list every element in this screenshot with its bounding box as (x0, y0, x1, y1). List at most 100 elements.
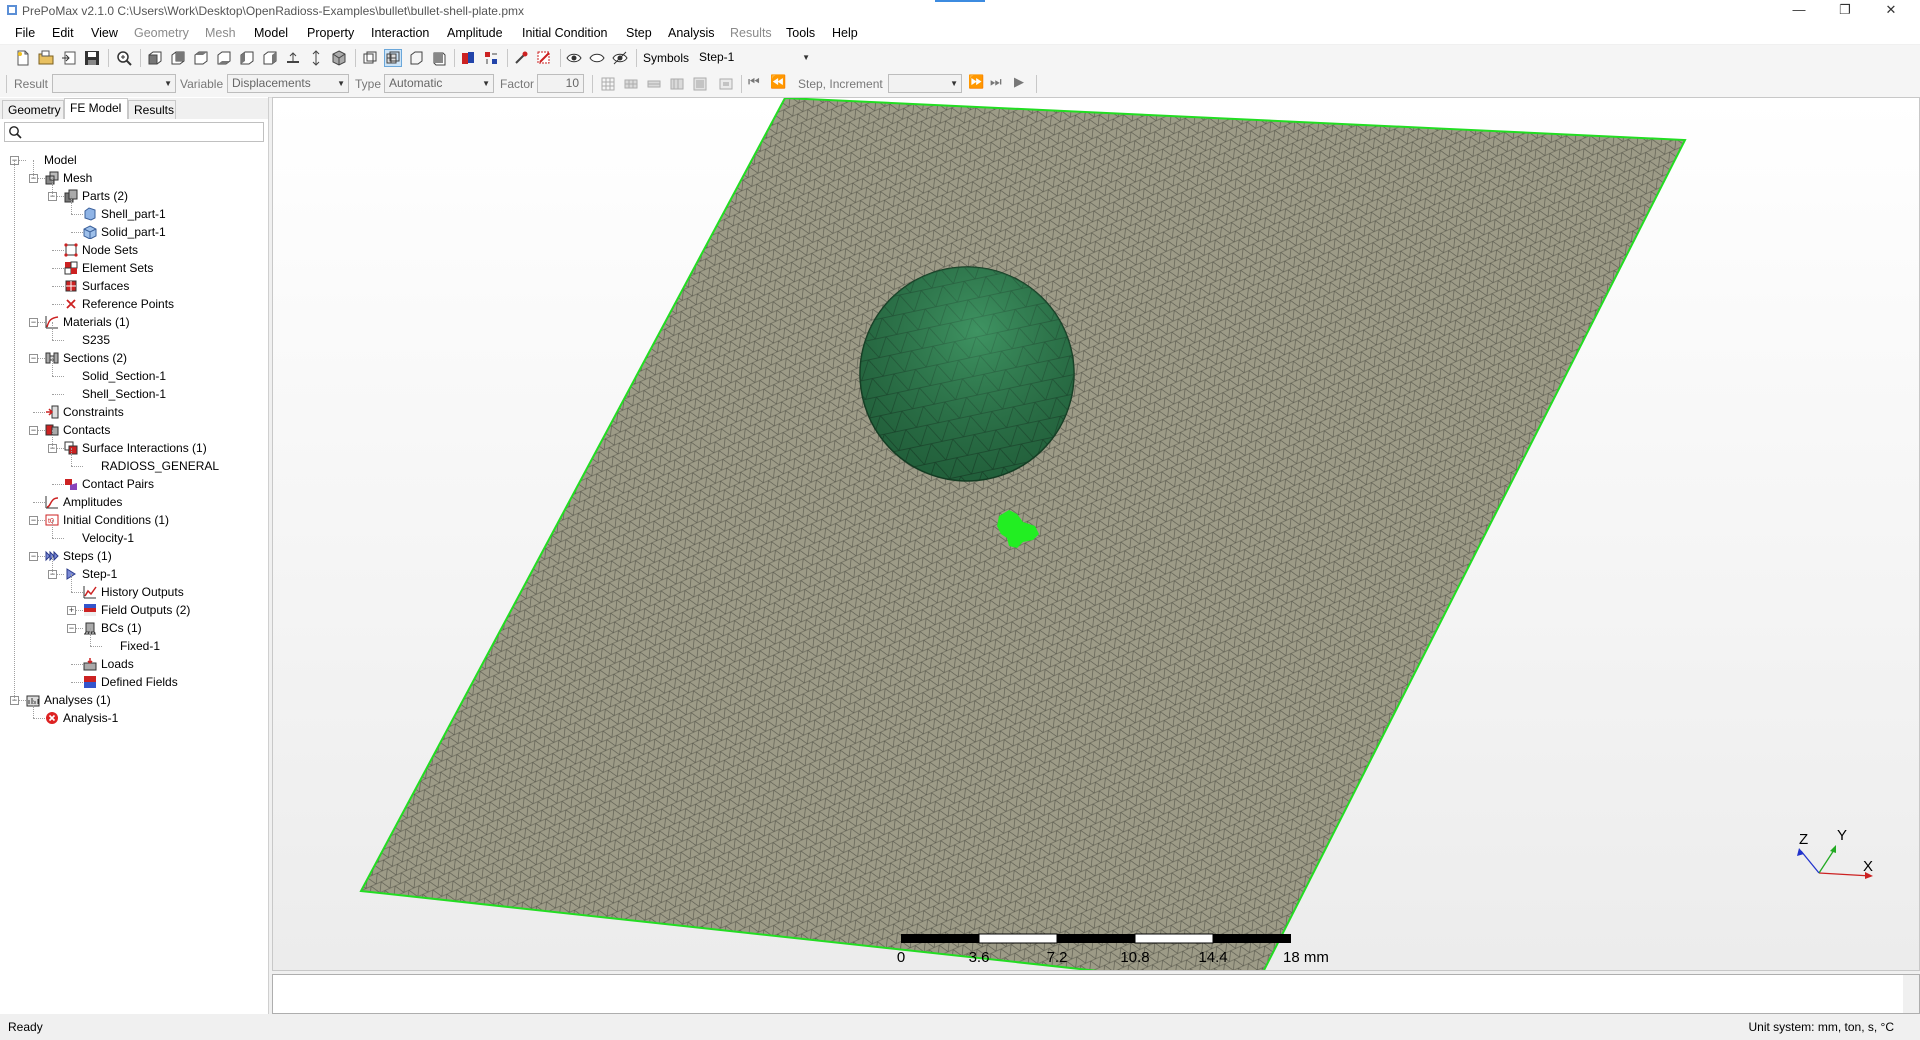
tree-node[interactable]: Contact Pairs (0, 475, 268, 493)
restore-button[interactable]: ❐ (1822, 0, 1868, 22)
menu-property[interactable]: Property (307, 26, 354, 40)
tree-node[interactable]: − Contacts (0, 421, 268, 439)
collapse-icon[interactable]: − (29, 354, 38, 363)
show-icon[interactable] (566, 50, 582, 66)
open-file-icon[interactable] (38, 50, 54, 66)
zoom-to-fit-icon[interactable] (116, 50, 132, 66)
tree-node[interactable]: − Analyses (1) (0, 691, 268, 709)
model-render[interactable]: 0 3.6 7.2 10.8 14.4 18 mm X Y Z (273, 98, 1919, 970)
expand-icon[interactable]: + (67, 606, 76, 615)
view-normal-icon[interactable] (285, 50, 301, 66)
tree-search-input[interactable] (4, 122, 264, 142)
tree-node[interactable]: − Steps (1) (0, 547, 268, 565)
variable-dropdown[interactable]: Displacements ▼ (227, 74, 349, 93)
last-increment-icon[interactable]: ⏭ (990, 74, 1002, 90)
tree-node[interactable]: Element Sets (0, 259, 268, 277)
clear-selection-icon[interactable] (536, 50, 552, 66)
view-front-icon[interactable] (147, 50, 163, 66)
menu-model[interactable]: Model (254, 26, 288, 40)
tree-node[interactable]: RADIOSS_GENERAL (0, 457, 268, 475)
animate-scale-icon[interactable] (669, 76, 685, 92)
symbols-dropdown[interactable]: Step-1 ▼ (694, 48, 814, 67)
tree-node[interactable]: − Mesh (0, 169, 268, 187)
next-increment-icon[interactable]: ⏩ (968, 74, 984, 90)
tree-node[interactable]: Amplitudes (0, 493, 268, 511)
new-file-icon[interactable] (15, 50, 31, 66)
first-increment-icon[interactable]: ⏮ (748, 74, 760, 90)
view-back-icon[interactable] (170, 50, 186, 66)
vertical-arrows-icon[interactable] (308, 50, 324, 66)
collapse-icon[interactable]: − (29, 318, 38, 327)
tree-node[interactable]: Surfaces (0, 277, 268, 295)
menu-view[interactable]: View (91, 26, 118, 40)
isometric-view-icon[interactable] (331, 50, 347, 66)
tree-node[interactable]: Solid_Section-1 (0, 367, 268, 385)
wireframe-view-icon[interactable] (408, 50, 424, 66)
show-only-icon[interactable] (612, 50, 628, 66)
tree-node[interactable]: Reference Points (0, 295, 268, 313)
result-dropdown[interactable]: ▼ (52, 74, 176, 93)
menu-amplitude[interactable]: Amplitude (447, 26, 503, 40)
graphics-viewport[interactable]: 0 3.6 7.2 10.8 14.4 18 mm X Y Z (272, 97, 1920, 971)
import-icon[interactable] (61, 50, 77, 66)
tree-node[interactable]: Analysis-1 (0, 709, 268, 727)
pick-icon[interactable] (513, 50, 529, 66)
menu-mesh[interactable]: Mesh (205, 26, 236, 40)
undeformed-icon[interactable] (600, 76, 616, 92)
menu-analysis[interactable]: Analysis (668, 26, 715, 40)
type-dropdown[interactable]: Automatic ▼ (384, 74, 494, 93)
tree-node[interactable]: − Model (0, 151, 268, 169)
tree-node[interactable]: Solid_part-1 (0, 223, 268, 241)
tree-node[interactable]: Constraints (0, 403, 268, 421)
menu-help[interactable]: Help (832, 26, 858, 40)
shaded-with-edges-icon[interactable] (384, 49, 402, 67)
factor-input[interactable]: 10 (537, 74, 584, 93)
tree-node[interactable]: S235 (0, 331, 268, 349)
section-view-icon[interactable] (431, 50, 447, 66)
play-icon[interactable]: ▶ (1014, 74, 1024, 90)
animation-icon[interactable] (718, 76, 734, 92)
step-increment-dropdown[interactable]: ▼ (888, 74, 962, 93)
previous-increment-icon[interactable]: ⏪ (770, 74, 786, 90)
tree-node[interactable]: − Surface Interactions (1) (0, 439, 268, 457)
tree-node[interactable]: − Sections (2) (0, 349, 268, 367)
tree-node[interactable]: − Step-1 (0, 565, 268, 583)
view-right-icon[interactable] (262, 50, 278, 66)
tree-node[interactable]: − t0 Initial Conditions (1) (0, 511, 268, 529)
tab-results[interactable]: Results (128, 100, 176, 119)
tree-node[interactable]: Node Sets (0, 241, 268, 259)
console-scrollbar[interactable] (1903, 975, 1919, 1013)
menu-tools[interactable]: Tools (786, 26, 815, 40)
menu-edit[interactable]: Edit (52, 26, 74, 40)
deformed-icon[interactable] (623, 76, 639, 92)
menu-initial-condition[interactable]: Initial Condition (522, 26, 607, 40)
tree-node[interactable]: Defined Fields (0, 673, 268, 691)
collapse-icon[interactable]: − (29, 516, 38, 525)
query-icon[interactable] (483, 50, 499, 66)
minimize-button[interactable]: — (1776, 0, 1822, 22)
tab-geometry[interactable]: Geometry (2, 100, 64, 119)
menu-results[interactable]: Results (730, 26, 772, 40)
collapse-icon[interactable]: − (29, 552, 38, 561)
menu-geometry[interactable]: Geometry (134, 26, 189, 40)
color-parts-icon[interactable] (460, 50, 476, 66)
tree-node[interactable]: Loads (0, 655, 268, 673)
colorbar-icon[interactable] (692, 76, 708, 92)
tree-node[interactable]: − BCs (1) (0, 619, 268, 637)
shaded-view-icon[interactable] (362, 50, 378, 66)
hide-icon[interactable] (589, 50, 605, 66)
output-console[interactable] (272, 974, 1920, 1014)
view-bottom-icon[interactable] (216, 50, 232, 66)
tab-fe-model[interactable]: FE Model (64, 98, 128, 119)
collapse-icon[interactable]: − (29, 426, 38, 435)
tree-node[interactable]: Shell_Section-1 (0, 385, 268, 403)
menu-interaction[interactable]: Interaction (371, 26, 429, 40)
close-button[interactable]: ✕ (1868, 0, 1914, 22)
tree-node[interactable]: − Materials (1) (0, 313, 268, 331)
menu-step[interactable]: Step (626, 26, 652, 40)
save-icon[interactable] (84, 50, 100, 66)
deformed-overlay-icon[interactable] (646, 76, 662, 92)
view-top-icon[interactable] (193, 50, 209, 66)
view-left-icon[interactable] (239, 50, 255, 66)
solid-sphere[interactable] (859, 266, 1075, 482)
